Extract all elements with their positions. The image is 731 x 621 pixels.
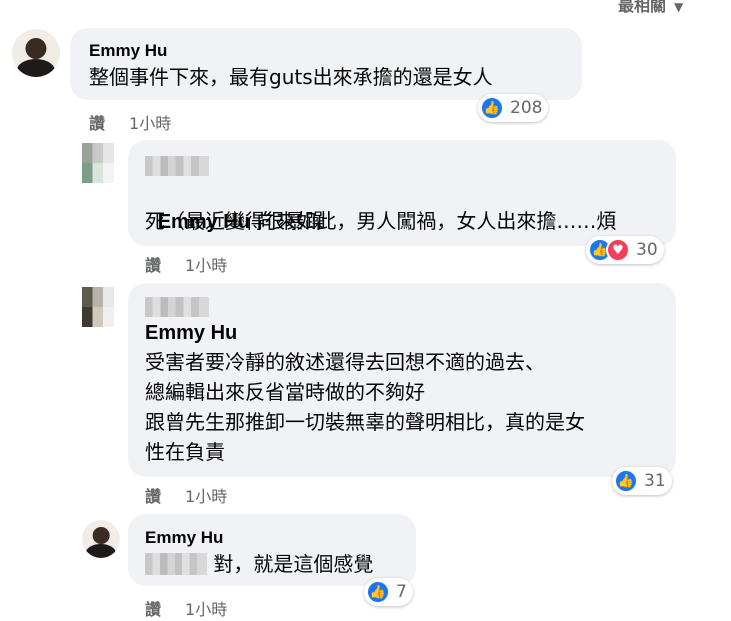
avatar[interactable] xyxy=(82,143,114,183)
comment-meta: 讚 1小時 xyxy=(145,596,227,620)
comment-line: 性在負責 xyxy=(145,440,225,464)
timestamp[interactable]: 1小時 xyxy=(185,487,227,506)
reaction-count: 208 xyxy=(510,98,543,118)
timestamp[interactable]: 1小時 xyxy=(129,114,171,133)
sort-dropdown[interactable]: 最相關 ▼ xyxy=(618,0,683,16)
timestamp[interactable]: 1小時 xyxy=(185,256,227,275)
comment-author[interactable]: Emmy Hu xyxy=(89,41,167,61)
reaction-count: 30 xyxy=(636,240,658,260)
like-icon: 👍 xyxy=(480,96,504,120)
reaction-summary[interactable]: 👍 31 xyxy=(612,467,672,495)
comment-line: 跟曾先生那推卸一切裝無辜的聲明相比，真的是女 xyxy=(145,410,585,434)
avatar[interactable] xyxy=(82,520,120,558)
comment-meta: 讚 1小時 xyxy=(145,252,227,276)
mention-link[interactable]: Emmy Hu xyxy=(145,322,237,345)
reaction-count: 31 xyxy=(644,471,666,491)
avatar[interactable] xyxy=(12,29,60,77)
reaction-count: 7 xyxy=(396,582,407,602)
timestamp[interactable]: 1小時 xyxy=(185,600,227,619)
comment-text-line2: 死（最近變得很暴躁 xyxy=(145,209,325,233)
like-icon: 👍 xyxy=(366,580,390,604)
chevron-down-icon: ▼ xyxy=(674,0,684,14)
like-link[interactable]: 讚 xyxy=(145,600,161,619)
redacted-author xyxy=(145,156,209,176)
comment-meta: 讚 1小時 xyxy=(145,483,227,507)
reaction-summary[interactable]: 👍 7 xyxy=(364,578,413,606)
like-icon: 👍 xyxy=(614,469,638,493)
comment-text: 對，就是這個感覺 xyxy=(207,552,374,576)
love-icon: ♥ xyxy=(606,238,630,262)
comment-author[interactable]: Emmy Hu xyxy=(145,528,223,548)
reaction-summary[interactable]: 👍 ♥ 30 xyxy=(586,236,664,264)
sort-label: 最相關 xyxy=(618,0,667,15)
comment-text: 整個事件下來，最有guts出來承擔的還是女人 xyxy=(89,65,493,89)
comment-meta: 讚 1小時 xyxy=(89,110,171,134)
redacted-author xyxy=(145,297,209,317)
like-link[interactable]: 讚 xyxy=(145,487,161,506)
like-link[interactable]: 讚 xyxy=(89,114,105,133)
comment-line: 受害者要冷靜的敘述還得去回想不適的過去、 xyxy=(145,350,545,374)
reaction-summary[interactable]: 👍 208 xyxy=(478,94,549,122)
redacted-mention xyxy=(145,553,207,575)
comment-line: 總編輯出來反省當時做的不夠好 xyxy=(145,380,425,404)
avatar[interactable] xyxy=(82,287,114,327)
like-link[interactable]: 讚 xyxy=(145,256,161,275)
